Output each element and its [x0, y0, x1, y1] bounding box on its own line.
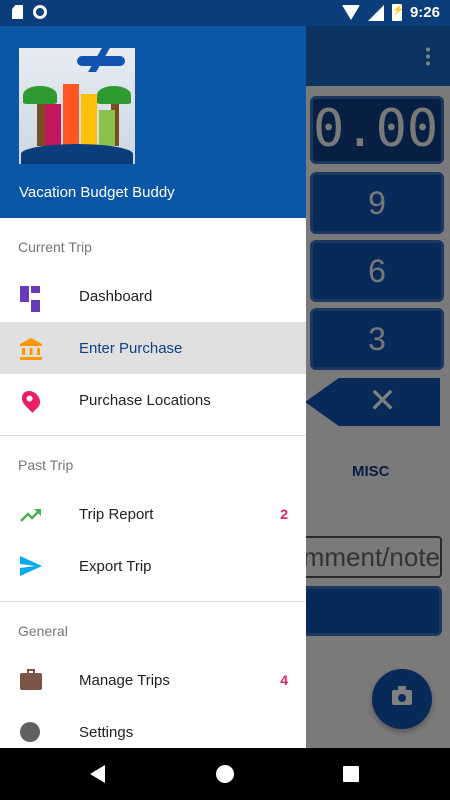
menu-item-label: Export Trip [79, 557, 152, 575]
recent-apps-icon[interactable] [343, 766, 359, 782]
back-icon[interactable] [90, 765, 105, 783]
status-bar: 9:26 [0, 0, 450, 26]
logo-bar-green [99, 110, 115, 146]
battery-charging-icon [391, 4, 404, 21]
app-name: Vacation Budget Buddy [19, 184, 175, 201]
dashboard-icon [20, 286, 42, 312]
logo-bar-red [45, 104, 61, 146]
menu-item-label: Trip Report [79, 505, 154, 523]
section-title-past-trip: Past Trip [18, 457, 74, 473]
palm-leaves-right [97, 86, 131, 104]
navigation-drawer: Vacation Budget Buddy Current Trip Dashb… [0, 26, 306, 748]
system-nav-bar [0, 748, 450, 800]
gear-icon [20, 722, 42, 744]
section-title-current-trip: Current Trip [18, 239, 92, 255]
section-title-general: General [18, 623, 68, 639]
logo-bar-yellow [81, 94, 97, 146]
manage-trips-badge: 4 [280, 672, 288, 688]
menu-item-label: Enter Purchase [79, 339, 183, 357]
app-logo [19, 48, 135, 164]
send-icon [20, 556, 42, 578]
home-icon[interactable] [216, 765, 234, 783]
menu-item-label: Settings [79, 723, 134, 741]
location-pin-icon [18, 387, 44, 413]
palm-leaves-left [23, 86, 57, 104]
circle-icon [33, 5, 47, 19]
menu-item-settings[interactable]: Settings [0, 706, 306, 748]
menu-item-label: Purchase Locations [79, 391, 211, 409]
drawer-header: Vacation Budget Buddy [0, 26, 306, 218]
menu-item-purchase-locations[interactable]: Purchase Locations [0, 374, 306, 426]
trending-up-icon [20, 504, 42, 526]
menu-item-dashboard[interactable]: Dashboard [0, 270, 306, 322]
menu-item-export-trip[interactable]: Export Trip [0, 540, 306, 592]
wifi-icon [341, 5, 360, 20]
signal-icon [367, 4, 384, 21]
menu-item-label: Dashboard [79, 287, 153, 305]
status-time: 9:26 [409, 4, 440, 21]
sd-card-icon [12, 5, 23, 19]
menu-item-manage-trips[interactable]: Manage Trips 4 [0, 654, 306, 706]
menu-item-enter-purchase[interactable]: Enter Purchase [0, 322, 306, 374]
trip-report-badge: 2 [280, 506, 288, 522]
palm-tree-left [37, 98, 45, 146]
briefcase-icon [20, 669, 42, 692]
logo-bar-orange [63, 84, 79, 146]
bank-icon [20, 338, 42, 360]
airplane-icon [77, 56, 125, 66]
menu-item-trip-report[interactable]: Trip Report 2 [0, 488, 306, 540]
menu-item-label: Manage Trips [79, 671, 170, 689]
logo-island [21, 144, 133, 164]
